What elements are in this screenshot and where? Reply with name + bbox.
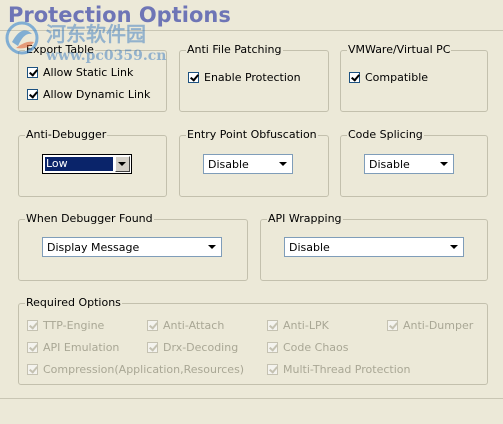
entry-point-group: Entry Point Obfuscation Disable	[179, 128, 329, 197]
ttp-engine-label: TTP-Engine	[43, 319, 105, 332]
entry-point-legend: Entry Point Obfuscation	[186, 128, 318, 142]
allow-dynamic-link-checkbox[interactable]: Allow Dynamic Link	[27, 88, 150, 101]
anti-debugger-legend: Anti-Debugger	[25, 128, 108, 142]
enable-protection-label: Enable Protection	[204, 71, 301, 84]
entry-point-value: Disable	[208, 158, 249, 171]
debugger-found-legend: When Debugger Found	[25, 212, 154, 226]
chevron-down-icon	[208, 245, 216, 249]
allow-dynamic-link-label: Allow Dynamic Link	[43, 88, 151, 101]
code-splicing-group: Code Splicing Disable	[340, 128, 488, 197]
checkbox-box[interactable]	[27, 89, 38, 100]
drx-decoding-checkbox[interactable]: Drx-Decoding	[147, 341, 238, 354]
code-chaos-label: Code Chaos	[283, 341, 349, 354]
checkbox-box[interactable]	[387, 320, 398, 331]
debugger-found-value: Display Message	[47, 241, 140, 254]
watermark-url: www.pc0359.cn	[46, 48, 167, 64]
chevron-down-icon	[279, 162, 287, 166]
chevron-down-icon	[118, 162, 126, 166]
enable-protection-checkbox[interactable]: Enable Protection	[188, 71, 301, 84]
anti-dumper-checkbox[interactable]: Anti-Dumper	[387, 319, 473, 332]
anti-debugger-group: Anti-Debugger Low	[18, 128, 167, 197]
checkbox-box[interactable]	[147, 342, 158, 353]
anti-file-patching-legend: Anti File Patching	[186, 43, 283, 57]
checkbox-box[interactable]	[267, 364, 278, 375]
anti-attach-label: Anti-Attach	[163, 319, 225, 332]
checkbox-box[interactable]	[27, 320, 38, 331]
watermark-site-name: 河东软件园	[46, 22, 146, 46]
api-wrapping-legend: API Wrapping	[267, 212, 343, 226]
code-chaos-checkbox[interactable]: Code Chaos	[267, 341, 349, 354]
drx-decoding-label: Drx-Decoding	[163, 341, 239, 354]
anti-file-patching-group: Anti File Patching Enable Protection	[179, 43, 329, 112]
api-wrapping-group: API Wrapping Disable	[260, 212, 488, 281]
bottom-divider	[0, 398, 503, 399]
chevron-down-icon	[440, 162, 448, 166]
allow-static-link-label: Allow Static Link	[43, 66, 134, 79]
checkbox-box[interactable]	[349, 72, 360, 83]
code-splicing-legend: Code Splicing	[347, 128, 424, 142]
checkbox-box[interactable]	[27, 364, 38, 375]
dropdown-button[interactable]	[115, 156, 130, 172]
multi-thread-label: Multi-Thread Protection	[283, 363, 411, 376]
api-wrapping-value: Disable	[289, 241, 330, 254]
compatible-checkbox[interactable]: Compatible	[349, 71, 428, 84]
chevron-down-icon	[450, 245, 458, 249]
code-splicing-select[interactable]: Disable	[364, 154, 454, 174]
api-emulation-checkbox[interactable]: API Emulation	[27, 341, 119, 354]
entry-point-select[interactable]: Disable	[203, 154, 293, 174]
anti-attach-checkbox[interactable]: Anti-Attach	[147, 319, 224, 332]
anti-debugger-value: Low	[44, 156, 114, 172]
code-splicing-value: Disable	[369, 158, 410, 171]
checkbox-box[interactable]	[27, 342, 38, 353]
anti-dumper-label: Anti-Dumper	[403, 319, 474, 332]
compatible-label: Compatible	[365, 71, 429, 84]
checkbox-box[interactable]	[27, 67, 38, 78]
allow-static-link-checkbox[interactable]: Allow Static Link	[27, 66, 133, 79]
debugger-found-group: When Debugger Found Display Message	[18, 212, 248, 281]
compression-label: Compression(Application,Resources)	[43, 363, 245, 376]
vmware-legend: VMWare/Virtual PC	[347, 43, 452, 57]
multi-thread-checkbox[interactable]: Multi-Thread Protection	[267, 363, 410, 376]
anti-lpk-label: Anti-LPK	[283, 319, 329, 332]
vmware-group: VMWare/Virtual PC Compatible	[340, 43, 488, 112]
anti-lpk-checkbox[interactable]: Anti-LPK	[267, 319, 329, 332]
checkbox-box[interactable]	[267, 320, 278, 331]
checkbox-box[interactable]	[147, 320, 158, 331]
api-emulation-label: API Emulation	[43, 341, 120, 354]
anti-debugger-select[interactable]: Low	[42, 154, 132, 174]
ttp-engine-checkbox[interactable]: TTP-Engine	[27, 319, 104, 332]
debugger-found-select[interactable]: Display Message	[42, 237, 222, 257]
compression-checkbox[interactable]: Compression(Application,Resources)	[27, 363, 244, 376]
api-wrapping-select[interactable]: Disable	[284, 237, 464, 257]
checkbox-box[interactable]	[188, 72, 199, 83]
watermark-logo-icon	[5, 21, 39, 55]
checkbox-box[interactable]	[267, 342, 278, 353]
required-options-group: Required Options TTP-Engine Anti-Attach …	[18, 296, 488, 385]
required-options-legend: Required Options	[25, 296, 122, 310]
